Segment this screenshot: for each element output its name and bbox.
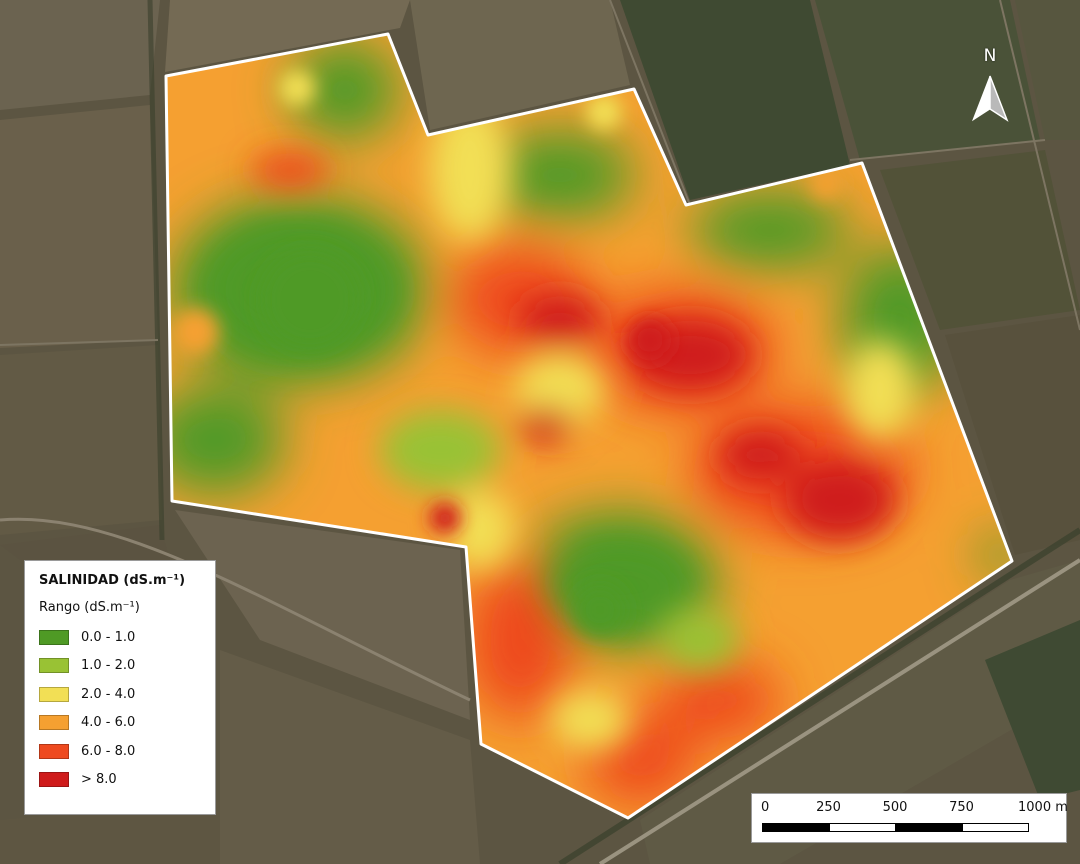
- legend-label: 0.0 - 1.0: [81, 629, 136, 645]
- legend-item: > 8.0: [39, 766, 201, 795]
- scale-segment: [961, 823, 1029, 832]
- scale-bar: 0 250 500 750 1000 m: [751, 793, 1068, 843]
- scale-segment: [895, 823, 963, 832]
- legend-label: 2.0 - 4.0: [81, 686, 136, 702]
- legend-label: 4.0 - 6.0: [81, 715, 136, 731]
- legend-item: 0.0 - 1.0: [39, 623, 201, 652]
- legend-swatch: [39, 743, 69, 759]
- north-arrow: N: [968, 46, 1012, 126]
- legend-subtitle: Rango (dS.m⁻¹): [39, 600, 140, 615]
- legend-swatch: [39, 686, 69, 702]
- legend-title: SALINIDAD (dS.m⁻¹): [39, 573, 186, 588]
- scale-tick-label: 250: [816, 800, 841, 815]
- scale-tick-label: 1000 m: [1018, 800, 1068, 815]
- legend-swatch: [39, 658, 69, 674]
- legend-item: 6.0 - 8.0: [39, 737, 201, 766]
- scale-tick-label: 500: [882, 800, 908, 815]
- legend-classes: 0.0 - 1.0 1.0 - 2.0 2.0 - 4.0 4.0 - 6.0 6.0 …: [39, 623, 201, 794]
- legend-swatch: [39, 715, 69, 731]
- scale-tick-label: 750: [949, 800, 974, 815]
- legend-label: 6.0 - 8.0: [81, 743, 136, 759]
- legend-item: 4.0 - 6.0: [39, 709, 201, 738]
- legend-label: 1.0 - 2.0: [81, 658, 136, 674]
- scale-segment: [762, 823, 830, 832]
- legend-item: 1.0 - 2.0: [39, 652, 201, 681]
- scale-tick-label: 0: [761, 800, 770, 815]
- legend-item: 2.0 - 4.0: [39, 680, 201, 709]
- legend-swatch: [39, 772, 69, 788]
- north-arrow-icon: [971, 75, 1009, 122]
- legend-label: > 8.0: [81, 772, 117, 788]
- scale-segment: [828, 823, 896, 832]
- map-legend: SALINIDAD (dS.m⁻¹) Rango (dS.m⁻¹) 0.0 - …: [24, 560, 216, 815]
- legend-swatch: [39, 629, 69, 645]
